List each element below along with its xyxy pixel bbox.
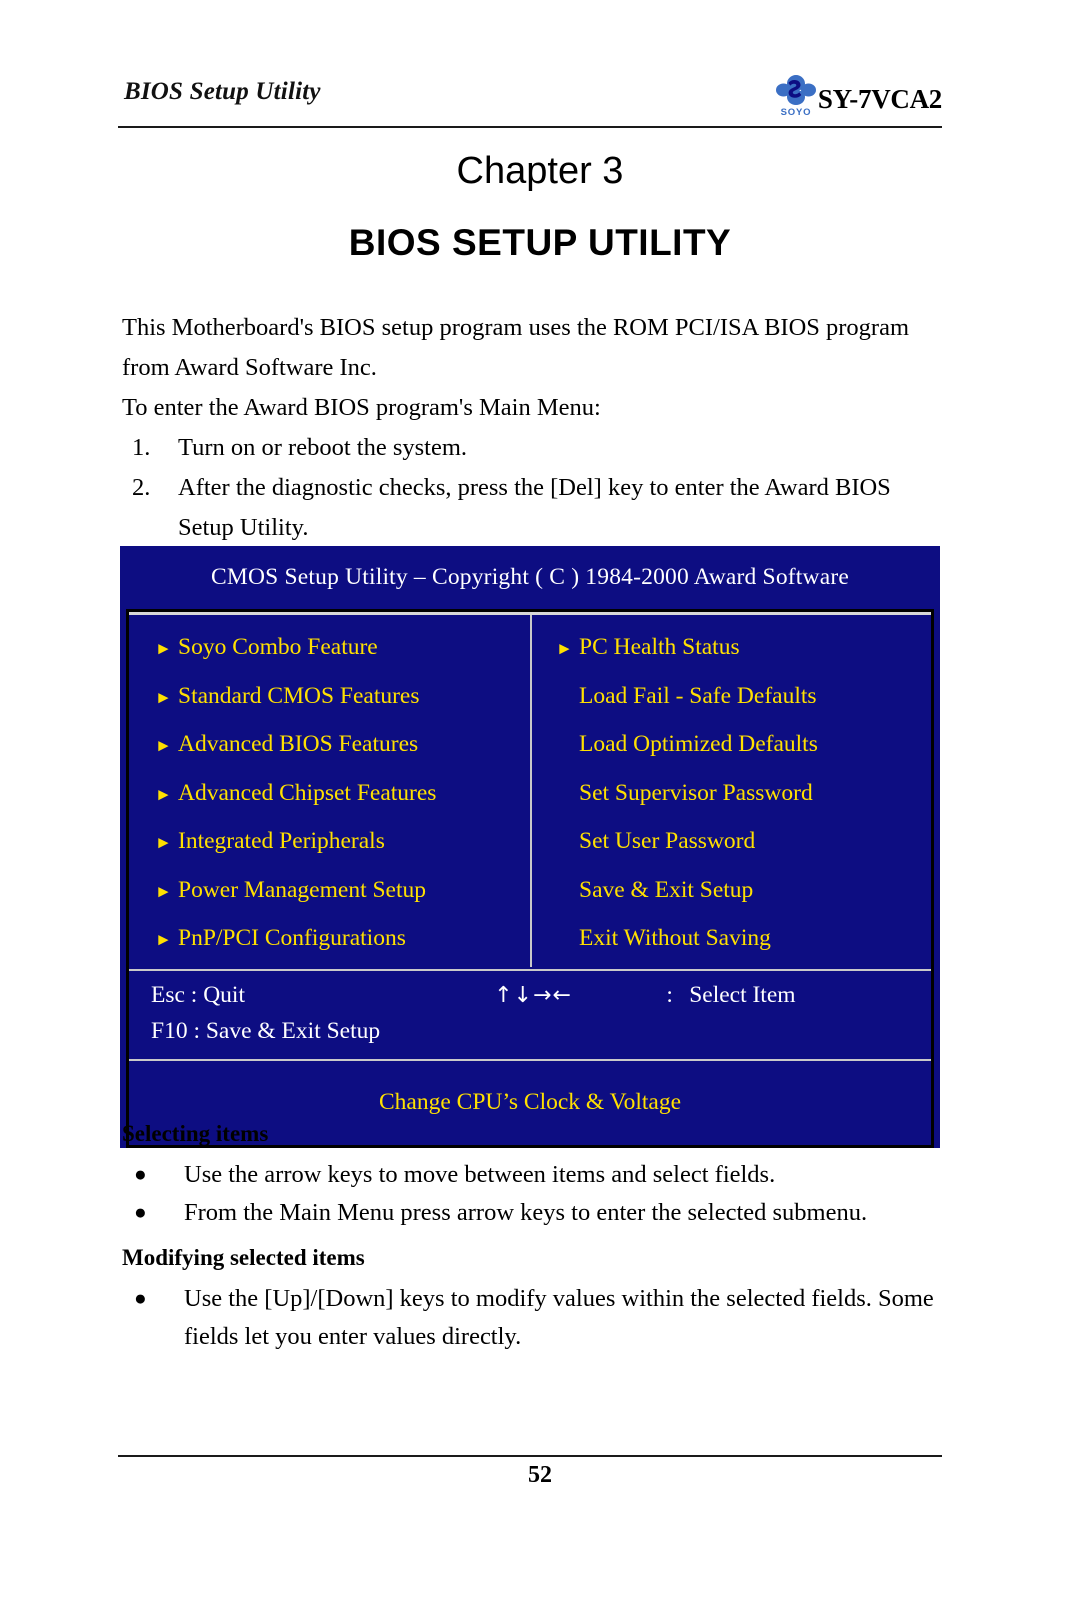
- bios-menu-item-label: Load Optimized Defaults: [579, 731, 818, 757]
- intro-body: This Motherboard's BIOS setup program us…: [122, 308, 942, 548]
- intro-paragraph-1: This Motherboard's BIOS setup program us…: [122, 314, 910, 381]
- list-item: 1. Turn on or reboot the system.: [122, 428, 942, 468]
- chapter-heading: Chapter 3: [456, 150, 624, 192]
- selecting-items-list: ● Use the arrow keys to move between ite…: [122, 1156, 942, 1232]
- bios-menu-item-advanced-bios-features[interactable]: ► Advanced BIOS Features: [155, 720, 530, 769]
- list-item-text: Turn on or reboot the system.: [178, 434, 467, 461]
- bios-key-quit: Esc : Quit: [151, 981, 245, 1008]
- triangle-right-icon: ►: [556, 639, 573, 658]
- bios-menu-panel: ► Soyo Combo Feature ► Standard CMOS Fea…: [126, 609, 934, 1148]
- bios-menu-item-label: Set Supervisor Password: [579, 779, 813, 806]
- list-item-text: From the Main Menu press arrow keys to e…: [184, 1199, 868, 1226]
- bullet-spacer: ►: [556, 674, 574, 723]
- instructions-body: Selecting items ● Use the arrow keys to …: [122, 1118, 942, 1366]
- triangle-right-icon: ►: [155, 639, 172, 658]
- bios-left-column: ► Soyo Combo Feature ► Standard CMOS Fea…: [129, 623, 530, 963]
- bios-menu-item-exit-without-saving[interactable]: ► Exit Without Saving: [556, 914, 931, 963]
- board-model-label: SY-7VCA2: [817, 84, 942, 114]
- bios-menu-item-load-fail-safe-defaults[interactable]: ► Load Fail - Safe Defaults: [556, 672, 931, 721]
- document-page: BIOS Setup Utility SOYO SY-7VCA2 Chapter…: [0, 0, 1080, 1618]
- svg-text:SOYO: SOYO: [781, 107, 812, 118]
- bios-key-legend-row: Esc : Quit ↑↓→← : Select Item: [129, 977, 931, 1013]
- document-header: BIOS Setup Utility SOYO SY-7VCA2: [118, 75, 942, 128]
- bios-menu-item-pc-health-status[interactable]: ► PC Health Status: [556, 623, 931, 672]
- bullet-dot-icon: ●: [134, 1286, 147, 1310]
- list-item: ● From the Main Menu press arrow keys to…: [122, 1194, 942, 1232]
- bios-menu-item-load-optimized-defaults[interactable]: ► Load Optimized Defaults: [556, 720, 931, 769]
- list-item: 2. After the diagnostic checks, press th…: [122, 468, 942, 548]
- bios-key-legend-row: F10 : Save & Exit Setup: [129, 1013, 931, 1049]
- list-item-number: 2.: [132, 474, 151, 501]
- bios-right-column: ► PC Health Status ► Load Fail - Safe De…: [530, 623, 931, 963]
- bullet-spacer: ►: [556, 868, 574, 917]
- triangle-right-icon: ►: [155, 784, 172, 804]
- header-divider-rule: [118, 126, 942, 128]
- bullet-dot-icon: ●: [134, 1200, 147, 1224]
- arrow-keys-icon: ↑↓→←: [494, 982, 572, 1008]
- intro-paragraph-2: To enter the Award BIOS program's Main M…: [122, 394, 601, 421]
- bios-menu-item-label: Advanced BIOS Features: [178, 731, 419, 757]
- triangle-right-icon: ►: [155, 881, 172, 901]
- triangle-right-icon: ►: [155, 833, 172, 852]
- bullet-dot-icon: ●: [134, 1162, 147, 1186]
- bios-menu-item-integrated-peripherals[interactable]: ► Integrated Peripherals: [155, 817, 530, 866]
- bios-key-colon: :: [666, 981, 673, 1008]
- bios-titlebar: CMOS Setup Utility – Copyright ( C ) 198…: [120, 546, 940, 609]
- bios-key-save-exit: F10 : Save & Exit Setup: [151, 1017, 381, 1044]
- bios-column-divider: [530, 615, 532, 967]
- bios-menu-item-soyo-combo-feature[interactable]: ► Soyo Combo Feature: [155, 623, 530, 672]
- bios-key-select-item: Select Item: [689, 981, 796, 1008]
- bios-menu-item-label: Load Fail - Safe Defaults: [579, 682, 817, 709]
- bios-menu-item-label: Exit Without Saving: [579, 925, 771, 951]
- bios-menu-item-pnp-pci-configurations[interactable]: ► PnP/PCI Configurations: [155, 914, 530, 963]
- bios-menu-columns: ► Soyo Combo Feature ► Standard CMOS Fea…: [129, 615, 931, 967]
- bios-menu-item-set-user-password[interactable]: ► Set User Password: [556, 817, 931, 866]
- selecting-items-heading: Selecting items: [122, 1121, 269, 1146]
- page-number: 52: [528, 1462, 552, 1488]
- bios-menu-item-label: PC Health Status: [579, 634, 740, 660]
- bios-menu-item-label: Set User Password: [579, 828, 756, 854]
- list-item-text: Use the arrow keys to move between items…: [184, 1161, 776, 1188]
- list-item: ● Use the arrow keys to move between ite…: [122, 1156, 942, 1194]
- bios-menu-item-label: Save & Exit Setup: [579, 876, 754, 903]
- header-brand-group: SOYO SY-7VCA2: [772, 70, 942, 118]
- triangle-right-icon: ►: [155, 736, 172, 755]
- triangle-right-icon: ►: [155, 930, 172, 949]
- list-item-number: 1.: [132, 434, 151, 461]
- modifying-items-list: ● Use the [Up]/[Down] keys to modify val…: [122, 1280, 942, 1356]
- bios-menu-item-label: Advanced Chipset Features: [178, 779, 437, 806]
- list-item-text: Use the [Up]/[Down] keys to modify value…: [184, 1285, 934, 1350]
- page-title: BIOS SETUP UTILITY: [348, 222, 732, 263]
- intro-step-list: 1. Turn on or reboot the system. 2. Afte…: [122, 428, 942, 548]
- bios-menu-item-label: PnP/PCI Configurations: [178, 925, 406, 951]
- bios-menu-item-label: Standard CMOS Features: [178, 682, 420, 709]
- bios-setup-screen: CMOS Setup Utility – Copyright ( C ) 198…: [120, 546, 940, 1148]
- bios-menu-item-label: Power Management Setup: [178, 876, 427, 903]
- modifying-items-heading: Modifying selected items: [122, 1245, 365, 1270]
- running-title: BIOS Setup Utility: [124, 78, 321, 105]
- soyo-logo-icon: SOYO: [772, 70, 820, 118]
- footer-divider-rule: [118, 1455, 942, 1457]
- bios-menu-item-power-management-setup[interactable]: ► Power Management Setup: [155, 866, 530, 915]
- triangle-right-icon: ►: [155, 687, 172, 707]
- bios-key-legend: Esc : Quit ↑↓→← : Select Item F10 : Save…: [129, 971, 931, 1057]
- bullet-spacer: ►: [556, 819, 574, 868]
- bullet-spacer: ►: [556, 722, 574, 771]
- list-item: ● Use the [Up]/[Down] keys to modify val…: [122, 1280, 942, 1356]
- bullet-spacer: ►: [556, 916, 574, 965]
- bios-menu-item-save-and-exit-setup[interactable]: ► Save & Exit Setup: [556, 866, 931, 915]
- bios-menu-item-advanced-chipset-features[interactable]: ► Advanced Chipset Features: [155, 769, 530, 818]
- bios-menu-item-label: Soyo Combo Feature: [178, 634, 378, 660]
- bios-menu-item-standard-cmos-features[interactable]: ► Standard CMOS Features: [155, 672, 530, 721]
- bios-menu-item-set-supervisor-password[interactable]: ► Set Supervisor Password: [556, 769, 931, 818]
- bullet-spacer: ►: [556, 771, 574, 820]
- bios-menu-item-label: Integrated Peripherals: [178, 828, 385, 854]
- list-item-text: After the diagnostic checks, press the […: [178, 474, 891, 541]
